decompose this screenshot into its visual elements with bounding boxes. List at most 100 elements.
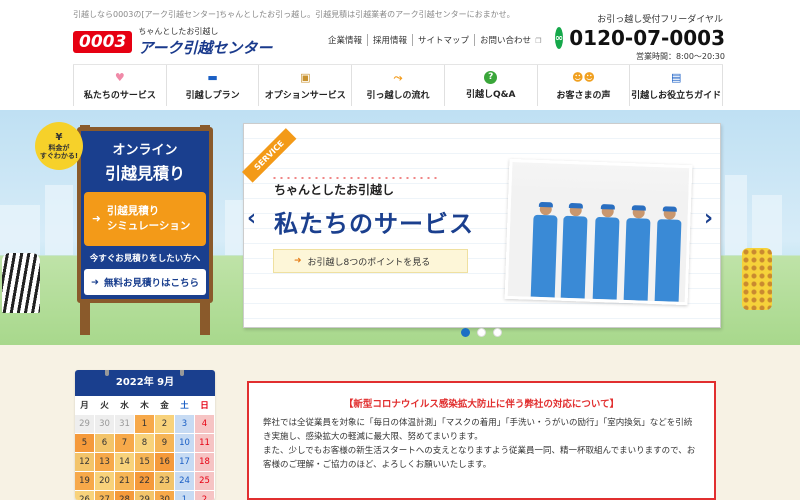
calendar-day: 4 — [195, 415, 215, 434]
calendar-day: 30 — [95, 415, 115, 434]
calendar-day: 28 — [115, 491, 135, 500]
calendar-day: 8 — [135, 434, 155, 453]
business-hours: 営業時間：8:00〜20:30 — [635, 52, 725, 61]
nav-item-guide[interactable]: ▤ 引越しお役立ちガイド — [629, 65, 724, 106]
calendar-day: 18 — [195, 453, 215, 472]
calendar-day: 2 — [195, 491, 215, 500]
sim-button-label: 引越見積り シミュレーション — [106, 205, 191, 232]
calendar-day: 29 — [135, 491, 155, 500]
badge-text: 料金が すぐわかる! — [39, 143, 79, 160]
free-estimate-button[interactable]: ➜ 無料お見積りはこちら — [84, 269, 206, 295]
slider-dot[interactable] — [477, 328, 486, 337]
covid-notice: 【新型コロナウイルス感染拡大防止に伴う弊社の対応について】 弊社では全従業員を対… — [247, 381, 716, 500]
external-link-icon: ❐ — [533, 37, 542, 45]
nav-label: 引越しプラン — [185, 90, 240, 101]
nav-label: 引越しQ&A — [466, 90, 516, 100]
calendar-day: 14 — [115, 453, 135, 472]
calendar-day: 24 — [175, 472, 195, 491]
giraffe-illustration — [742, 248, 772, 310]
yen-icon: ¥ — [55, 131, 63, 143]
nav-label: お客さまの声 — [556, 90, 611, 101]
calendar-day: 16 — [155, 453, 175, 472]
board-title-2: 引越見積り — [104, 164, 185, 183]
calendar-day: 31 — [115, 415, 135, 434]
link-contact[interactable]: お問い合わせ ❐ — [475, 34, 547, 46]
notice-paragraph-2: また、少しでもお客様の新生活スタートへの支えとなりますよう従業員一同、精一杯取組… — [263, 446, 696, 471]
calendar-dow: 水 — [115, 396, 135, 415]
calendar-title: 2022年 9月 — [75, 370, 215, 396]
site-logo[interactable]: 0003 ちゃんとしたお引越し アーク引越センター — [73, 26, 272, 58]
slide-subtitle: ちゃんとしたお引越し — [274, 183, 395, 197]
slide-prev-arrow[interactable]: ‹ — [247, 206, 256, 231]
estimate-simulation-button[interactable]: ➜ 引越見積り シミュレーション — [84, 192, 206, 246]
calendar-dow: 火 — [95, 396, 115, 415]
link-sitemap[interactable]: サイトマップ — [413, 34, 476, 46]
arrow-right-icon: ➜ — [91, 276, 99, 288]
heart-icon: ♥ — [114, 70, 125, 84]
people-icon: ☻☻ — [571, 70, 595, 84]
slider-dot[interactable] — [461, 328, 470, 337]
board-prompt: 今すぐお見積りをしたい方へ — [89, 254, 201, 264]
calendar-day: 29 — [75, 415, 95, 434]
zebra-illustration — [2, 253, 40, 313]
link-recruit[interactable]: 採用情報 — [368, 34, 414, 46]
calendar-day: 3 — [175, 415, 195, 434]
question-icon: ? — [484, 71, 498, 84]
nav-label: 引越しお役立ちガイド — [631, 90, 722, 101]
phone-label: お引っ越し受付フリーダイヤル — [597, 15, 723, 25]
calendar-day: 17 — [175, 453, 195, 472]
phone-block: お引っ越し受付フリーダイヤル ∞ 0120-07-0003 営業時間：8:00〜… — [554, 12, 725, 62]
logo-number: 0003 — [73, 31, 133, 53]
calendar-day: 1 — [175, 491, 195, 500]
calendar-day: 27 — [95, 491, 115, 500]
nav-item-options[interactable]: ▣ オプションサービス — [258, 65, 351, 106]
service-tag: SERVICE — [242, 128, 297, 183]
calendar-day: 19 — [75, 472, 95, 491]
calendar-day: 11 — [195, 434, 215, 453]
slider-pagination — [461, 328, 502, 337]
calendar-day: 20 — [95, 472, 115, 491]
slide-next-arrow[interactable]: › — [704, 206, 713, 231]
nav-item-services[interactable]: ♥ 私たちのサービス — [73, 65, 166, 106]
nav-label: 引っ越しの流れ — [366, 90, 430, 101]
board-title-1: オンライン — [112, 143, 178, 158]
calendar-day: 22 — [135, 472, 155, 491]
online-estimate-board: オンライン 引越見積り ➜ 引越見積り シミュレーション 今すぐお見積りをしたい… — [77, 127, 213, 303]
freedial-icon: ∞ — [554, 27, 564, 49]
staff-photo — [504, 158, 693, 306]
arrow-right-icon: ➜ — [92, 212, 101, 225]
calendar-day: 2 — [155, 415, 175, 434]
points-link-label: お引越し8つのポイントを見る — [307, 257, 431, 268]
nav-item-voices[interactable]: ☻☻ お客さまの声 — [536, 65, 630, 106]
calendar-day: 25 — [195, 472, 215, 491]
nav-item-qa[interactable]: ? 引越しQ&A — [443, 65, 537, 106]
slider-dot[interactable] — [493, 328, 502, 337]
nav-label: 私たちのサービス — [83, 90, 156, 101]
truck-icon: ▬ — [207, 70, 218, 84]
calendar-day: 10 — [175, 434, 195, 453]
notice-title: 【新型コロナウイルス感染拡大防止に伴う弊社の対応について】 — [343, 399, 620, 410]
points-link[interactable]: ➜ お引越し8つのポイントを見る — [273, 249, 468, 273]
hero-slide[interactable]: SERVICE ちゃんとしたお引越し 私たちのサービス ➜ お引越し8つのポイン… — [242, 123, 721, 328]
calendar-day: 6 — [95, 434, 115, 453]
slide-title: 私たちのサービス — [274, 210, 474, 238]
link-company-info[interactable]: 企業情報 — [328, 34, 369, 46]
free-button-label: 無料お見積りはこちら — [103, 278, 199, 289]
calendar-day: 26 — [75, 491, 95, 500]
logo-subtitle: ちゃんとしたお引越し — [138, 27, 219, 36]
logo-name: アーク引越センター — [138, 39, 273, 57]
calendar-day: 5 — [75, 434, 95, 453]
calendar-day: 13 — [95, 453, 115, 472]
link-contact-label: お問い合わせ — [480, 36, 532, 46]
calendar-dow: 月 — [75, 396, 95, 415]
calendar-day: 23 — [155, 472, 175, 491]
calendar-day: 21 — [115, 472, 135, 491]
price-badge: ¥ 料金が すぐわかる! — [35, 122, 83, 170]
site-tagline: 引越しなら0003の[アーク引越センター]ちゃんとしたお引っ越し。引越見積は引越… — [73, 10, 515, 19]
utility-links: 企業情報 採用情報 サイトマップ お問い合わせ ❐ — [328, 34, 547, 46]
nav-item-plans[interactable]: ▬ 引越しプラン — [165, 65, 259, 106]
notice-paragraph-1: 弊社では全従業員を対象に「毎日の体温計測」「マスクの着用」「手洗い・うがいの励行… — [263, 418, 693, 443]
phone-number[interactable]: 0120-07-0003 — [569, 26, 725, 50]
nav-item-flow[interactable]: ⤳ 引っ越しの流れ — [351, 65, 444, 106]
calendar-day: 7 — [115, 434, 135, 453]
